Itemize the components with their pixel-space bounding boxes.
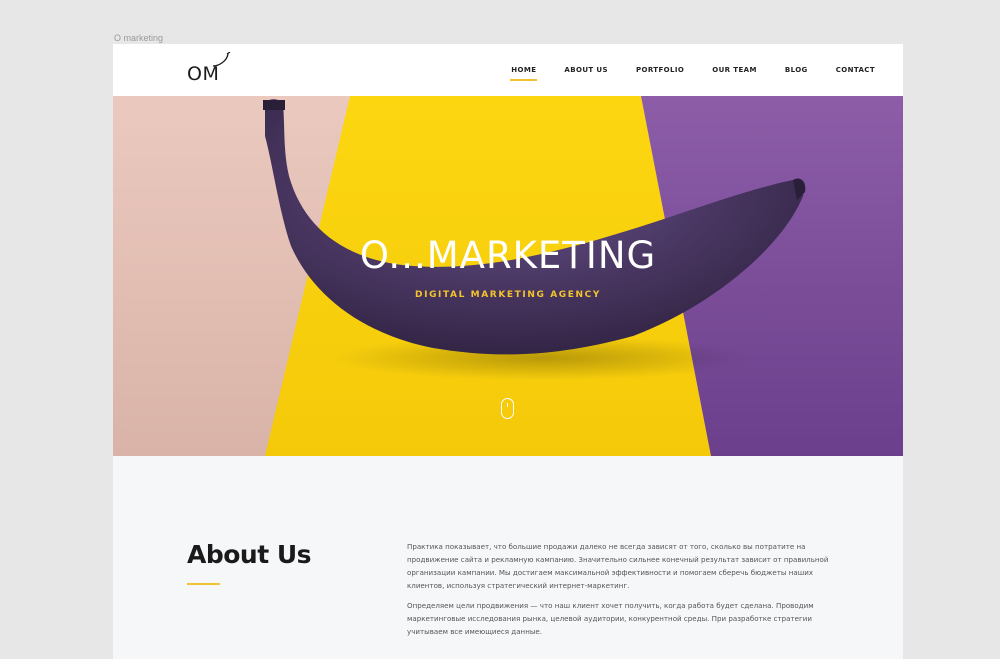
about-title-underline [187, 583, 220, 585]
about-paragraph: Практика показывает, что большие продажи… [407, 542, 829, 590]
about-text: Практика показывает, что большие продажи… [407, 540, 833, 645]
page-frame: OM HOME ABOUT US PORTFOLIO OUR TEAM BLOG… [113, 44, 903, 659]
hero-title: O...MARKETING [359, 234, 657, 277]
mouse-scroll-icon[interactable] [501, 398, 514, 419]
top-navbar: OM HOME ABOUT US PORTFOLIO OUR TEAM BLOG… [113, 44, 903, 96]
about-section: About Us Практика показывает, что больши… [113, 456, 903, 659]
banana-logo-icon [212, 52, 231, 67]
nav-contact[interactable]: CONTACT [836, 66, 875, 74]
about-paragraph: Определяем цели продвижения — что наш кл… [407, 601, 814, 636]
nav-portfolio[interactable]: PORTFOLIO [636, 66, 684, 74]
hero-banner: O...MARKETING DIGITAL MARKETING AGENCY [113, 96, 903, 456]
main-nav: HOME ABOUT US PORTFOLIO OUR TEAM BLOG CO… [483, 44, 875, 96]
window-caption: O marketing [114, 33, 164, 43]
hero-subtitle: DIGITAL MARKETING AGENCY [415, 290, 601, 300]
nav-our-team[interactable]: OUR TEAM [712, 66, 757, 74]
about-title: About Us [187, 540, 312, 569]
nav-blog[interactable]: BLOG [785, 66, 808, 74]
nav-about-us[interactable]: ABOUT US [564, 66, 608, 74]
logo[interactable]: OM [187, 52, 237, 88]
nav-home[interactable]: HOME [510, 66, 538, 81]
